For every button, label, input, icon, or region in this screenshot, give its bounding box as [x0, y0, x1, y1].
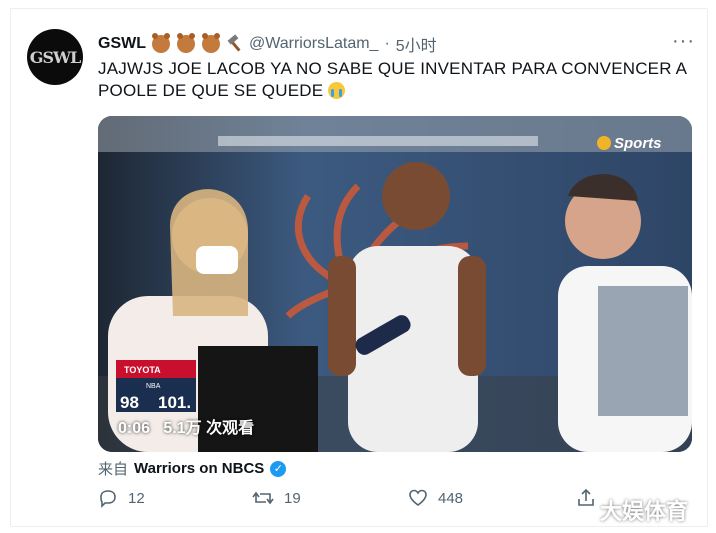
reply-count: 12 — [128, 489, 145, 507]
like-count: 448 — [438, 489, 464, 507]
avatar-logo: GSWL — [29, 47, 81, 67]
separator-dot: · — [384, 35, 390, 52]
svg-text:101.: 101. — [158, 393, 191, 412]
source-name[interactable]: Warriors on NBCS — [134, 460, 264, 477]
scorebug: TOYOTA NBA 98 101. — [116, 360, 196, 412]
svg-text:98: 98 — [120, 393, 139, 412]
retweet-count: 19 — [284, 489, 301, 507]
avatar[interactable]: GSWL — [27, 29, 83, 85]
share-button[interactable] — [576, 488, 596, 508]
tweet-actions: 12 19 448 — [98, 488, 658, 518]
svg-text:Sports: Sports — [614, 135, 662, 152]
user-handle[interactable]: @WarriorsLatam_ — [249, 35, 378, 53]
tweet-text: JAJWJS JOE LACOB YA NO SABE QUE INVENTAR… — [98, 58, 688, 102]
like-button[interactable]: 448 — [408, 488, 463, 508]
heart-icon — [409, 489, 427, 506]
reply-button[interactable]: 12 — [98, 488, 145, 508]
svg-text:TOYOTA: TOYOTA — [124, 365, 161, 375]
bear-emoji-icon — [177, 33, 195, 53]
retweet-icon — [252, 491, 274, 505]
share-icon — [578, 488, 594, 506]
crying-emoji-icon — [328, 82, 346, 99]
tweet-body: JAJWJS JOE LACOB YA NO SABE QUE INVENTAR… — [98, 59, 687, 100]
bear-emoji-icon — [202, 33, 220, 53]
svg-text:NBA: NBA — [146, 383, 161, 390]
nbc-sports-logo: Sports — [597, 135, 662, 152]
retweet-button[interactable]: 19 — [252, 488, 301, 508]
tweet-header: GSWL @WarriorsLatam_ · 5小时 — [98, 32, 437, 56]
verified-badge-icon: ✓ — [270, 460, 287, 477]
reply-icon — [100, 490, 116, 508]
display-name[interactable]: GSWL — [98, 35, 146, 53]
watermark: 大娱体育 — [600, 499, 689, 524]
video-time: 0:06 — [118, 420, 151, 437]
bear-emoji-icon — [152, 33, 170, 53]
video-views: 5.1万 次观看 — [163, 420, 255, 437]
video-source: 来自 Warriors on NBCS ✓ — [98, 458, 287, 479]
source-prefix: 来自 — [98, 461, 129, 478]
tweet-time[interactable]: 5小时 — [396, 32, 437, 56]
more-options-icon[interactable]: ··· — [672, 30, 695, 53]
hammer-emoji-icon — [227, 36, 243, 52]
video-stats: 0:06 5.1万 次观看 — [118, 414, 254, 438]
